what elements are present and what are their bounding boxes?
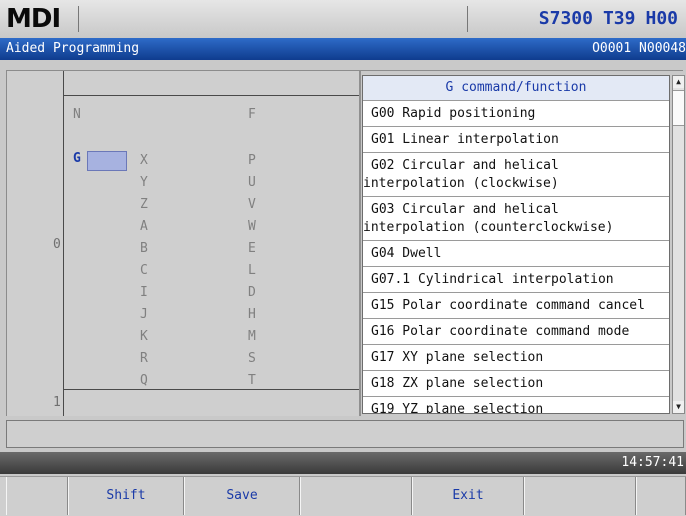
list-item[interactable]: G02 Circular and helical interpolation (c… bbox=[363, 153, 669, 197]
list-item[interactable]: G16 Polar coordinate command mode bbox=[363, 319, 669, 345]
softkey-empty[interactable] bbox=[300, 477, 412, 515]
list-scrollbar[interactable]: ▲ ▼ bbox=[672, 75, 685, 414]
address-n[interactable]: N bbox=[73, 107, 81, 122]
spindle-tool-status: S7300 T39 H00 bbox=[529, 8, 678, 29]
address-m[interactable]: M bbox=[248, 329, 256, 344]
screen-title-bar: Aided Programming O0001 N00048 bbox=[0, 38, 686, 60]
address-f[interactable]: F bbox=[248, 107, 256, 122]
list-item[interactable]: G19 YZ plane selection bbox=[363, 397, 669, 413]
divider bbox=[63, 95, 359, 96]
list-item[interactable]: G17 XY plane selection bbox=[363, 345, 669, 371]
scroll-up-icon[interactable]: ▲ bbox=[673, 76, 684, 88]
top-status-bar: MDI S7300 T39 H00 bbox=[0, 0, 686, 39]
list-item[interactable]: G03 Circular and helical interpolation (c… bbox=[363, 197, 669, 241]
address-d[interactable]: D bbox=[248, 285, 256, 300]
row-number: 0 bbox=[53, 237, 61, 252]
separator bbox=[467, 6, 468, 32]
list-item[interactable]: G00 Rapid positioning bbox=[363, 101, 669, 127]
softkey-empty[interactable] bbox=[524, 477, 636, 515]
address-z[interactable]: Z bbox=[140, 197, 148, 212]
address-w[interactable]: W bbox=[248, 219, 256, 234]
spindle-value: S7300 bbox=[538, 8, 593, 29]
scroll-down-icon[interactable]: ▼ bbox=[673, 401, 684, 413]
address-x[interactable]: X bbox=[140, 153, 148, 168]
address-l[interactable]: L bbox=[248, 263, 256, 278]
row-number: 1 bbox=[53, 395, 61, 410]
address-b[interactable]: B bbox=[140, 241, 148, 256]
list-item[interactable]: G15 Polar coordinate command cancel bbox=[363, 293, 669, 319]
block-editor-panel: 0 1 N G X Y Z A B C I J K R Q F P U V W … bbox=[7, 71, 359, 416]
program-number: O0001 N00048 bbox=[592, 41, 686, 56]
divider bbox=[63, 389, 359, 390]
key-input-line[interactable] bbox=[6, 420, 684, 448]
address-a[interactable]: A bbox=[140, 219, 148, 234]
clock: 14:57:41 bbox=[621, 455, 684, 470]
list-item[interactable]: G04 Dwell bbox=[363, 241, 669, 267]
address-i[interactable]: I bbox=[140, 285, 148, 300]
softkey-shift[interactable]: Shift bbox=[68, 477, 184, 515]
address-r[interactable]: R bbox=[140, 351, 148, 366]
address-u[interactable]: U bbox=[248, 175, 256, 190]
softkey-left-arrow[interactable] bbox=[6, 477, 68, 515]
h-offset-value: H00 bbox=[645, 8, 678, 29]
main-area: 0 1 N G X Y Z A B C I J K R Q F P U V W … bbox=[6, 70, 685, 416]
message-bar: 14:57:41 bbox=[0, 452, 686, 474]
softkey-right-arrow[interactable] bbox=[636, 477, 686, 515]
address-k[interactable]: K bbox=[140, 329, 148, 344]
address-v[interactable]: V bbox=[248, 197, 256, 212]
address-c[interactable]: C bbox=[140, 263, 148, 278]
address-s[interactable]: S bbox=[248, 351, 256, 366]
address-t[interactable]: T bbox=[248, 373, 256, 388]
address-h[interactable]: H bbox=[248, 307, 256, 322]
list-header: G command/function bbox=[363, 76, 669, 101]
softkey-exit[interactable]: Exit bbox=[412, 477, 524, 515]
address-q[interactable]: Q bbox=[140, 373, 148, 388]
panel-divider bbox=[359, 71, 361, 416]
separator bbox=[78, 6, 79, 32]
scroll-thumb[interactable] bbox=[673, 90, 684, 126]
address-p[interactable]: P bbox=[248, 153, 256, 168]
softkey-bar: Shift Save Exit bbox=[0, 476, 686, 516]
list-item[interactable]: G07.1 Cylindrical interpolation bbox=[363, 267, 669, 293]
address-e[interactable]: E bbox=[248, 241, 256, 256]
mode-indicator: MDI bbox=[6, 4, 61, 34]
list-item[interactable]: G18 ZX plane selection bbox=[363, 371, 669, 397]
softkey-save[interactable]: Save bbox=[184, 477, 300, 515]
g-value-input[interactable] bbox=[87, 151, 127, 171]
address-y[interactable]: Y bbox=[140, 175, 148, 190]
g-command-list[interactable]: G command/function G00 Rapid positioning… bbox=[362, 75, 670, 414]
tool-value: T39 bbox=[602, 8, 636, 29]
address-j[interactable]: J bbox=[140, 307, 148, 322]
list-item[interactable]: G01 Linear interpolation bbox=[363, 127, 669, 153]
screen-title: Aided Programming bbox=[6, 41, 140, 56]
address-g[interactable]: G bbox=[73, 151, 81, 166]
